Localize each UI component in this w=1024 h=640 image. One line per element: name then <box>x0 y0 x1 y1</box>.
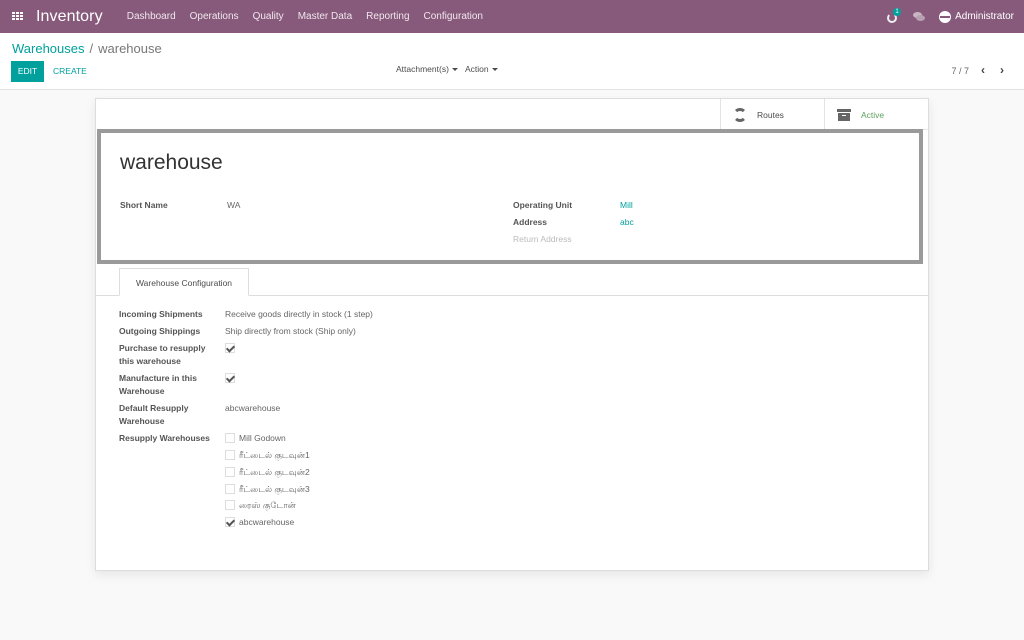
resupply-option-label: ரீட்டைல் குடவுன்2 <box>239 467 310 477</box>
edit-button[interactable]: EDIT <box>11 61 44 82</box>
menu-master-data[interactable]: Master Data <box>298 11 352 22</box>
manufacture-checkbox[interactable] <box>225 373 235 383</box>
short-name-value: WA <box>227 200 241 210</box>
short-name-label: Short Name <box>120 200 168 210</box>
menu-reporting[interactable]: Reporting <box>366 11 409 22</box>
warehouse-header-section: warehouse Short Name WA Operating Unit M… <box>97 129 923 264</box>
record-title: warehouse <box>120 151 223 174</box>
routes-label: Routes <box>757 109 784 120</box>
active-toggle-button[interactable]: Active <box>824 99 928 130</box>
resupply-checkbox[interactable] <box>225 500 235 510</box>
pager-value[interactable]: 7 / 7 <box>951 66 969 76</box>
chat-icon[interactable] <box>913 12 926 21</box>
activity-icon[interactable]: 1 <box>887 7 902 23</box>
attachments-dropdown[interactable]: Attachment(s) <box>396 64 458 74</box>
menu-dashboard[interactable]: Dashboard <box>127 11 176 22</box>
outgoing-shippings-value: Ship directly from stock (Ship only) <box>225 326 356 336</box>
resupply-option-label: ரைஸ் குடோன் <box>239 500 296 510</box>
app-name[interactable]: Inventory <box>36 8 103 26</box>
resupply-checkbox[interactable] <box>225 450 235 460</box>
purchase-resupply-checkbox[interactable] <box>225 343 235 353</box>
archive-icon <box>837 108 851 121</box>
resupply-warehouses-label: Resupply Warehouses <box>119 433 210 443</box>
action-label: Action <box>465 64 489 74</box>
routes-button[interactable]: Routes <box>720 99 824 130</box>
active-label: Active <box>861 109 885 120</box>
address-label: Address <box>513 217 548 227</box>
pager-previous-icon[interactable]: ‹ <box>978 63 988 77</box>
operating-unit-link[interactable]: Mill <box>620 200 633 210</box>
activity-badge: 1 <box>893 7 902 16</box>
resupply-option-label: Mill Godown <box>239 433 286 443</box>
refresh-icon <box>733 107 747 122</box>
resupply-option-label: ரீட்டைல் குடவுன்1 <box>239 450 310 460</box>
main-menu: Dashboard Operations Quality Master Data… <box>127 11 497 22</box>
default-resupply-value: abcwarehouse <box>225 403 281 413</box>
menu-quality[interactable]: Quality <box>253 11 284 22</box>
incoming-shipments-label: Incoming Shipments <box>119 309 203 319</box>
apps-menu-icon[interactable] <box>12 11 24 22</box>
breadcrumb-separator: / <box>89 41 94 56</box>
attachments-label: Attachment(s) <box>396 64 449 74</box>
user-menu[interactable]: Administrator <box>955 11 1014 22</box>
action-dropdown[interactable]: Action <box>465 64 498 74</box>
breadcrumb-current: warehouse <box>98 41 162 56</box>
caret-down-icon <box>491 68 498 72</box>
pager-next-icon[interactable]: › <box>997 63 1007 77</box>
tab-warehouse-configuration[interactable]: Warehouse Configuration <box>119 268 249 296</box>
resupply-checkbox[interactable] <box>225 517 235 527</box>
operating-unit-label: Operating Unit <box>513 200 573 210</box>
address-link[interactable]: abc <box>620 217 634 227</box>
resupply-checkbox[interactable] <box>225 467 235 477</box>
outgoing-shippings-label: Outgoing Shippings <box>119 326 201 336</box>
manufacture-label: Manufacture in this Warehouse <box>119 373 197 396</box>
menu-configuration[interactable]: Configuration <box>424 11 483 22</box>
button-box: Routes Active <box>720 99 928 130</box>
return-address-label: Return Address <box>513 234 572 244</box>
resupply-checkbox[interactable] <box>225 484 235 494</box>
caret-down-icon <box>451 68 458 72</box>
breadcrumb-warehouses[interactable]: Warehouses <box>12 41 85 56</box>
create-button[interactable]: CREATE <box>53 61 87 82</box>
purchase-resupply-label: Purchase to resupply this warehouse <box>119 343 206 366</box>
control-panel: Warehouses / warehouse EDIT CREATE Attachm… <box>0 33 1024 90</box>
incoming-shipments-value: Receive goods directly in stock (1 step) <box>225 309 373 319</box>
menu-operations[interactable]: Operations <box>190 11 239 22</box>
resupply-checkbox[interactable] <box>225 433 235 443</box>
resupply-option-label: ரீட்டைல் குடவுன்3 <box>239 484 310 494</box>
breadcrumb: Warehouses / warehouse <box>12 41 162 56</box>
user-avatar[interactable] <box>939 10 952 23</box>
default-resupply-label: Default Resupply Warehouse <box>119 403 189 426</box>
form-sheet: Routes Active warehouse Short Name WA Op… <box>95 98 929 571</box>
top-navbar: Inventory Dashboard Operations Quality M… <box>0 0 1024 33</box>
resupply-option-label: abcwarehouse <box>239 517 295 527</box>
